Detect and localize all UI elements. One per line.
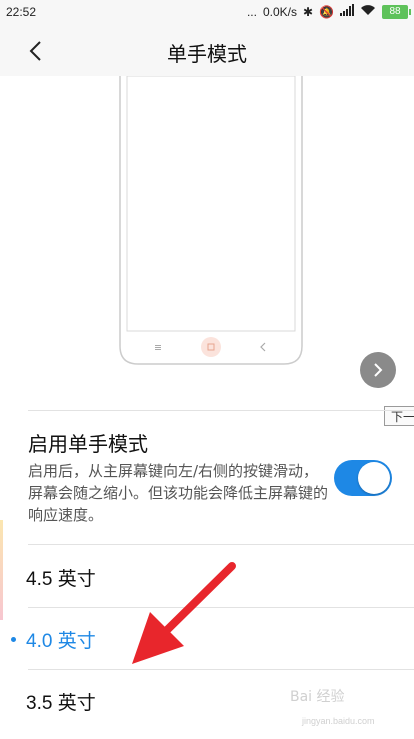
chevron-right-icon: [374, 363, 383, 377]
one-hand-mode-setting: 启用单手模式 启用后，从主屏幕键向左/右侧的按键滑动，屏幕会随之缩小。但该功能会…: [28, 420, 414, 544]
option-4-5-inch[interactable]: 4.5 英寸: [0, 546, 414, 608]
page-title: 单手模式: [167, 42, 247, 66]
watermark-url: jingyan.baidu.com: [302, 716, 375, 726]
phone-illustration: [119, 75, 303, 365]
edge-decoration: [0, 520, 3, 620]
option-label: 4.0 英寸: [26, 631, 96, 652]
bluetooth-icon: ✱: [302, 5, 314, 19]
nav-bar: 单手模式: [0, 26, 414, 76]
option-label: 3.5 英寸: [26, 693, 96, 714]
divider: [28, 544, 414, 545]
network-speed: 0.0K/s: [262, 5, 297, 19]
divider: [28, 410, 414, 411]
option-label: 4.5 英寸: [26, 569, 96, 590]
notification-dots: ...: [246, 5, 257, 19]
toggle-knob: [358, 462, 390, 494]
watermark: Bai 经验 jingyan.baidu.com: [290, 686, 410, 736]
watermark-logo: Bai 经验: [290, 689, 345, 705]
status-indicators: ... 0.0K/s ✱ 🔕 88: [246, 4, 411, 20]
menu-key-icon: [155, 345, 161, 350]
next-button[interactable]: [360, 352, 396, 388]
setting-description: 启用后，从主屏幕键向左/右侧的按键滑动，屏幕会随之缩小。但该功能会降低主屏幕键的…: [28, 462, 329, 524]
signal-icon: [340, 4, 354, 20]
wifi-icon: [360, 4, 376, 20]
status-time: 22:52: [6, 5, 37, 19]
home-key-icon: [201, 337, 221, 357]
selected-indicator: [11, 637, 16, 642]
setting-title: 启用单手模式: [28, 432, 148, 456]
one-hand-mode-toggle[interactable]: [334, 460, 392, 496]
status-bar: 22:52 ... 0.0K/s ✱ 🔕 88: [0, 0, 414, 26]
mute-icon: 🔕: [319, 5, 334, 19]
battery-icon: 88: [382, 5, 411, 19]
option-4-0-inch[interactable]: 4.0 英寸: [0, 608, 414, 670]
phone-preview: [0, 75, 414, 406]
